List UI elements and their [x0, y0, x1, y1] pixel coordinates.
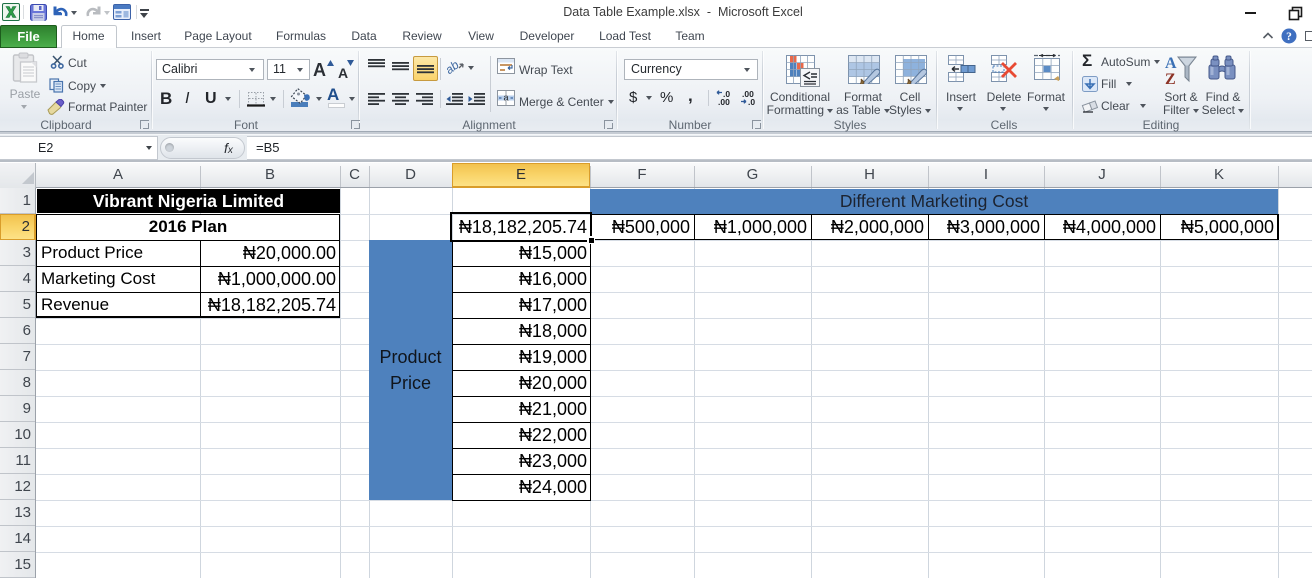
- svg-text:A: A: [1165, 55, 1177, 72]
- svg-text:a: a: [503, 93, 508, 103]
- svg-text:.00: .00: [718, 97, 730, 106]
- svg-text:Z: Z: [1165, 71, 1176, 87]
- svg-text:?: ?: [1286, 31, 1292, 43]
